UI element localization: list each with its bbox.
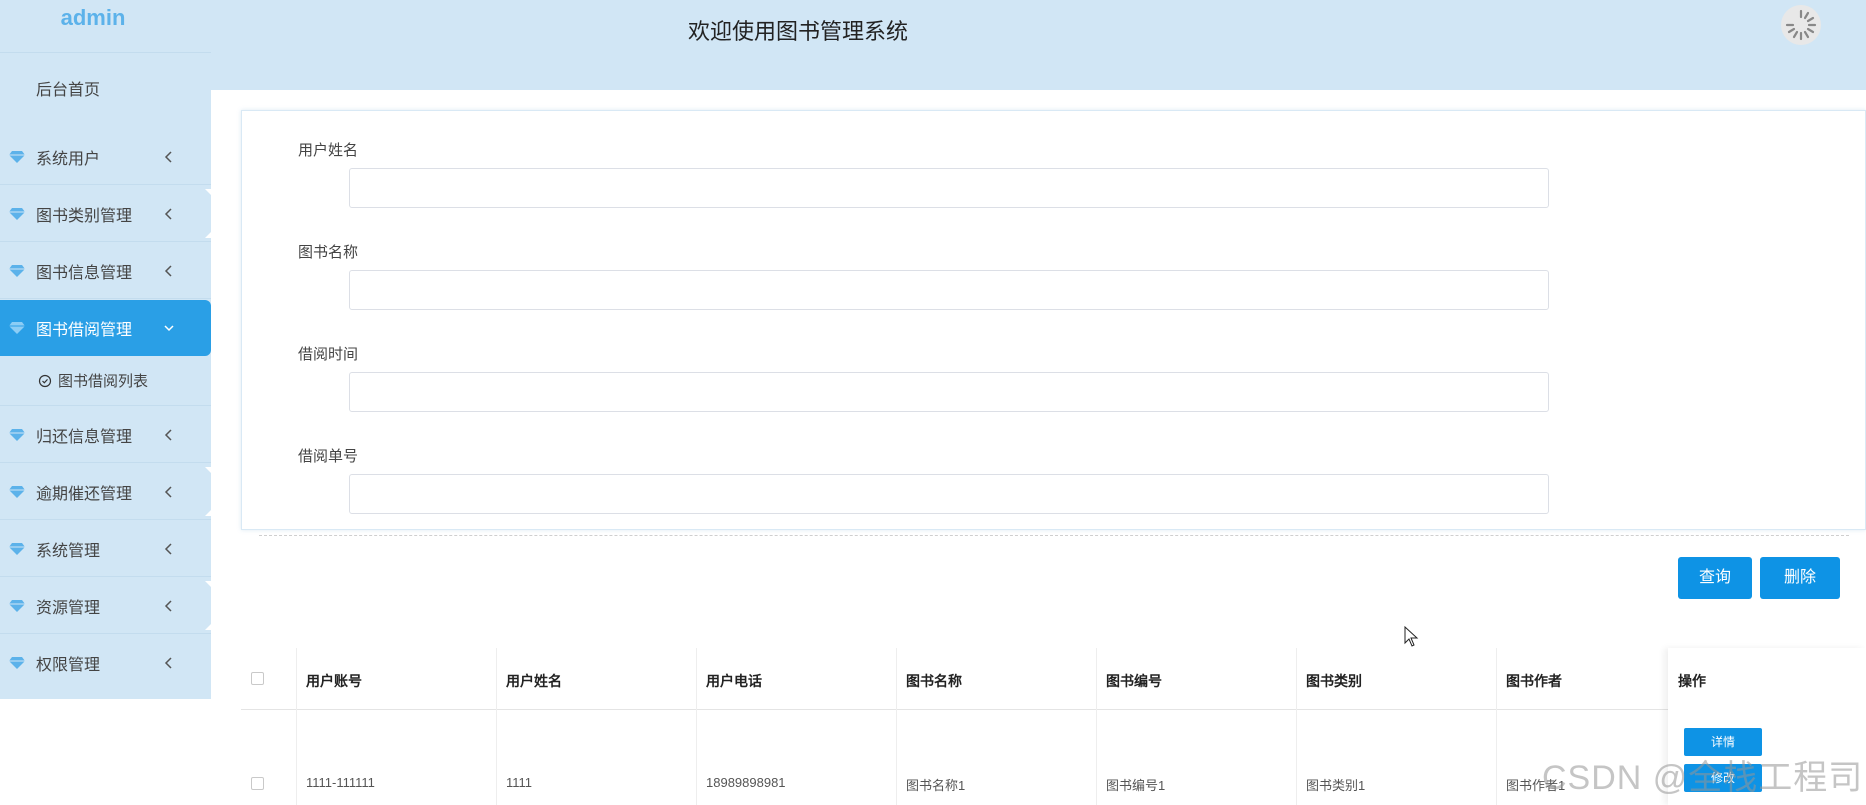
column-header: 操作	[1678, 673, 1706, 689]
corner-decoration	[205, 510, 211, 516]
book-name-input[interactable]	[349, 270, 1549, 310]
top-header: 欢迎使用图书管理系统	[211, 0, 1866, 90]
field-label-book-name: 图书名称	[298, 244, 359, 261]
gem-icon	[9, 485, 25, 498]
sidebar: admin 后台首页 系统用户 图书类别管理 图书信息管理 图书借阅管理 图书借…	[0, 0, 211, 805]
mouse-cursor-icon	[1404, 626, 1419, 647]
field-label-user-name: 用户姓名	[298, 142, 359, 159]
column-header: 用户姓名	[506, 673, 562, 689]
table-cell: 1111-111111	[306, 775, 375, 790]
sidebar-item-label: 资源管理	[36, 599, 101, 617]
borrow-time-input[interactable]	[349, 372, 1549, 412]
column-header: 图书类别	[1306, 673, 1362, 689]
query-button[interactable]: 查询	[1678, 557, 1752, 599]
row-checkbox[interactable]	[251, 777, 264, 790]
sidebar-item-label: 权限管理	[36, 657, 101, 674]
gem-icon	[9, 657, 25, 669]
table-cell: 18989898981	[706, 775, 786, 790]
sidebar-item-return-info[interactable]: 归还信息管理	[0, 407, 211, 463]
chevron-left-icon	[164, 208, 172, 220]
loading-spinner-icon	[1785, 9, 1817, 41]
avatar[interactable]	[1781, 5, 1821, 45]
brand-divider	[0, 52, 211, 53]
gem-icon	[9, 599, 25, 612]
borrow-number-input[interactable]	[349, 474, 1549, 514]
chevron-left-icon	[164, 657, 172, 669]
chevron-left-icon	[164, 151, 172, 163]
gem-icon	[9, 542, 25, 555]
corner-decoration	[205, 581, 211, 587]
sidebar-item-label: 系统管理	[36, 542, 101, 560]
delete-button[interactable]: 删除	[1760, 557, 1840, 599]
sidebar-item-overdue[interactable]: 逾期催还管理	[0, 464, 211, 520]
sidebar-item-label: 图书借阅管理	[36, 322, 133, 339]
column-header: 图书编号	[1106, 673, 1162, 689]
sidebar-item-label: 逾期催还管理	[36, 485, 133, 503]
chevron-left-icon	[164, 486, 172, 498]
field-label-borrow-number: 借阅单号	[298, 448, 359, 465]
watermark: CSDN @全栈工程司	[1542, 759, 1864, 797]
corner-decoration	[205, 189, 211, 195]
brand-logo: admin	[60, 5, 126, 30]
field-label-borrow-time: 借阅时间	[298, 346, 359, 363]
sidebar-item-book-category[interactable]: 图书类别管理	[0, 186, 211, 242]
chevron-down-icon	[164, 325, 174, 332]
sidebar-item-resources[interactable]: 资源管理	[0, 578, 211, 634]
search-form: 用户姓名 图书名称 借阅时间 借阅单号	[241, 110, 1866, 536]
sidebar-item-label: 归还信息管理	[36, 428, 133, 446]
sidebar-item-system-manage[interactable]: 系统管理	[0, 521, 211, 577]
corner-decoration	[205, 232, 211, 238]
chevron-left-icon	[164, 600, 172, 612]
column-header: 图书名称	[906, 673, 962, 689]
check-circle-icon	[38, 374, 52, 387]
sidebar-item-label: 系统用户	[36, 150, 101, 168]
column-header: 用户电话	[706, 673, 762, 689]
sidebar-item-permissions[interactable]: 权限管理	[0, 635, 211, 691]
user-name-input[interactable]	[349, 168, 1549, 208]
sidebar-item-label: 图书类别管理	[36, 207, 133, 225]
column-header: 用户账号	[306, 673, 362, 689]
sidebar-item-book-info[interactable]: 图书信息管理	[0, 243, 211, 299]
corner-decoration	[205, 624, 211, 630]
corner-decoration	[205, 467, 211, 473]
chevron-left-icon	[164, 543, 172, 555]
table-cell: 图书名称1	[906, 778, 966, 793]
gem-icon	[9, 428, 25, 441]
table-cell: 1111	[506, 775, 533, 790]
gem-icon	[9, 322, 25, 334]
gem-icon	[9, 264, 25, 277]
submenu-item-borrow-list[interactable]: 图书借阅列表	[0, 356, 211, 406]
sidebar-item-system-users[interactable]: 系统用户	[0, 129, 211, 185]
form-divider	[259, 535, 1849, 536]
chevron-left-icon	[164, 265, 172, 277]
chevron-left-icon	[164, 429, 172, 441]
sidebar-item-home[interactable]: 后台首页	[0, 63, 211, 119]
page-title: 欢迎使用图书管理系统	[688, 19, 909, 44]
gem-icon	[9, 150, 25, 163]
sidebar-item-label: 图书信息管理	[36, 264, 133, 282]
table-cell: 图书类别1	[1306, 778, 1366, 793]
gem-icon	[9, 207, 25, 220]
sidebar-item-book-borrow[interactable]: 图书借阅管理	[0, 300, 211, 356]
column-header: 图书作者	[1506, 673, 1562, 689]
select-all-checkbox[interactable]	[251, 672, 264, 685]
sidebar-menu: admin 后台首页 系统用户 图书类别管理 图书信息管理 图书借阅管理 图书借…	[0, 0, 211, 699]
table-cell: 图书编号1	[1106, 778, 1166, 793]
submenu-item-label: 图书借阅列表	[58, 373, 149, 390]
